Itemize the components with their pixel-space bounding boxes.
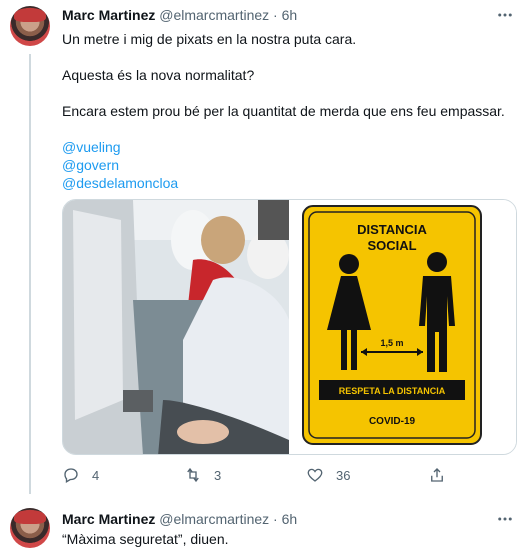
mention-link[interactable]: @govern [62,156,512,174]
tweet-line: Encara estem prou bé per la quantitat de… [62,103,505,119]
sign-footer: COVID-19 [369,416,416,427]
heart-icon [307,468,323,482]
sign-title-1: DISTANCIA [357,222,427,237]
retweet-button[interactable]: 3 [184,466,221,484]
avatar[interactable] [10,508,50,548]
tweet-text: Un metre i mig de pixats en la nostra pu… [62,30,512,192]
more-options-icon[interactable] [496,510,514,528]
share-icon [431,468,443,482]
author-handle[interactable]: @elmarcmartinez [159,511,269,527]
author-handle[interactable]: @elmarcmartinez [159,7,269,23]
sign-graphic: DISTANCIA SOCIAL 1,5 m RESPETA LA DISTAN… [302,205,482,445]
reply-button[interactable]: 4 [62,466,99,484]
author-name[interactable]: Marc Martinez [62,7,155,23]
sign-banner: RESPETA LA DISTANCIA [339,386,446,396]
mention-link[interactable]: @desdelamoncloa [62,174,512,192]
retweet-count: 3 [214,467,222,483]
tweet-text: “Màxima seguretat”, diuen. [62,531,229,547]
timestamp[interactable]: 6h [282,7,298,23]
separator-dot: · [273,511,278,527]
cabin-illustration [63,200,289,454]
airplane-cabin-photo[interactable] [63,200,289,454]
reply-icon [64,468,78,483]
tweet-line: Aquesta és la nova normalitat? [62,67,255,83]
author-name[interactable]: Marc Martinez [62,511,155,527]
tweet[interactable]: Marc Martinez @elmarcmartinez · 6h “Màxi… [0,500,528,556]
timestamp[interactable]: 6h [282,511,298,527]
tweet-header: Marc Martinez @elmarcmartinez · 6h [62,510,297,528]
like-count: 36 [336,467,351,483]
tweet[interactable]: Marc Martinez @elmarcmartinez · 6h Un me… [0,0,528,500]
thread-line [29,54,31,494]
mention-link[interactable]: @vueling [62,138,512,156]
tweet-line: Un metre i mig de pixats en la nostra pu… [62,31,357,47]
more-options-icon[interactable] [496,6,514,24]
distance-label: 1,5 m [380,338,403,348]
separator-dot: · [273,7,278,23]
social-distance-sign[interactable]: DISTANCIA SOCIAL 1,5 m RESPETA LA DISTAN… [291,200,516,454]
retweet-icon [187,467,199,483]
share-button[interactable] [428,466,458,484]
tweet-media: DISTANCIA SOCIAL 1,5 m RESPETA LA DISTAN… [62,199,517,455]
sign-title-2: SOCIAL [367,238,416,253]
tweet-actions: 4 3 36 [62,466,502,488]
reply-count: 4 [92,467,100,483]
tweet-header: Marc Martinez @elmarcmartinez · 6h [62,6,297,24]
avatar[interactable] [10,6,50,46]
like-button[interactable]: 36 [306,466,350,484]
